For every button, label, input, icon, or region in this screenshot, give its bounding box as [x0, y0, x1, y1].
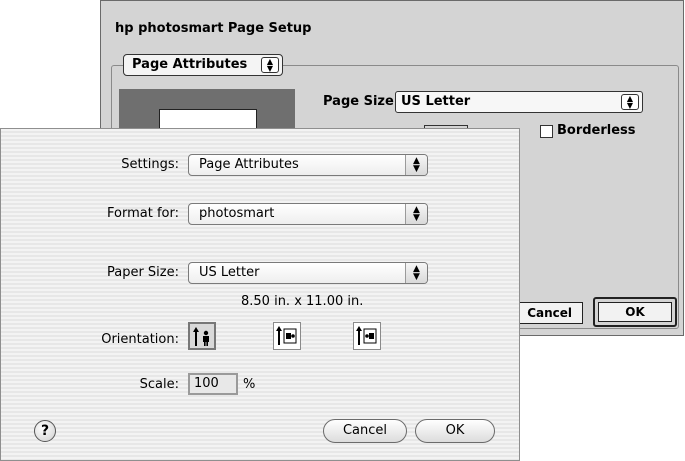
cancel-button[interactable]: Cancel: [323, 419, 407, 443]
settings-popup[interactable]: Page Attributes ▲ ▼: [188, 154, 428, 176]
paper-size-popup[interactable]: US Letter ▲ ▼: [188, 262, 428, 284]
popup-arrows-icon: ▲ ▼: [405, 263, 427, 283]
popup-arrows-icon: ▲ ▼: [261, 57, 279, 73]
settings-value: Page Attributes: [199, 157, 299, 172]
settings-label: Settings:: [121, 157, 179, 172]
popup-arrows-icon: ▲ ▼: [405, 204, 427, 224]
format-for-popup[interactable]: photosmart ▲ ▼: [188, 203, 428, 225]
attributes-popup[interactable]: Page Attributes ▲ ▼: [123, 54, 283, 76]
format-for-label: Format for:: [107, 206, 179, 221]
format-for-value: photosmart: [199, 206, 275, 221]
paper-size-value: US Letter: [199, 265, 260, 280]
ok-button[interactable]: OK: [415, 419, 495, 443]
page-setup-dialog: Settings: Page Attributes ▲ ▼ Format for:…: [0, 128, 520, 461]
portrait-icon: [193, 327, 209, 346]
landscape-right-icon: [356, 326, 377, 345]
popup-arrows-icon: ▲ ▼: [621, 94, 639, 110]
paper-size-label: Paper Size:: [106, 265, 179, 280]
back-cancel-button[interactable]: Cancel: [511, 302, 583, 324]
back-ok-button[interactable]: OK: [598, 302, 672, 322]
borderless-label: Borderless: [557, 123, 636, 138]
scale-unit: %: [243, 377, 256, 392]
page-size-popup[interactable]: US Letter ▲ ▼: [395, 91, 643, 113]
attributes-popup-label: Page Attributes: [132, 57, 248, 72]
orientation-landscape-right-button[interactable]: [353, 322, 381, 350]
help-icon: ?: [40, 423, 50, 439]
scale-input[interactable]: 100: [188, 373, 238, 395]
paper-dimensions: 8.50 in. x 11.00 in.: [241, 294, 364, 309]
orientation-landscape-left-button[interactable]: [273, 322, 301, 350]
orientation-portrait-button[interactable]: [188, 322, 216, 350]
borderless-checkbox[interactable]: [540, 125, 553, 138]
back-default-button-ring: OK: [593, 297, 677, 327]
landscape-left-icon: [276, 326, 297, 345]
help-button[interactable]: ?: [34, 420, 56, 442]
page-size-value: US Letter: [401, 94, 471, 109]
dialog-title: hp photosmart Page Setup: [115, 21, 312, 36]
page-size-label: Page Size:: [323, 94, 400, 109]
orientation-label: Orientation:: [101, 332, 179, 347]
popup-arrows-icon: ▲ ▼: [405, 155, 427, 175]
scale-label: Scale:: [139, 377, 179, 392]
